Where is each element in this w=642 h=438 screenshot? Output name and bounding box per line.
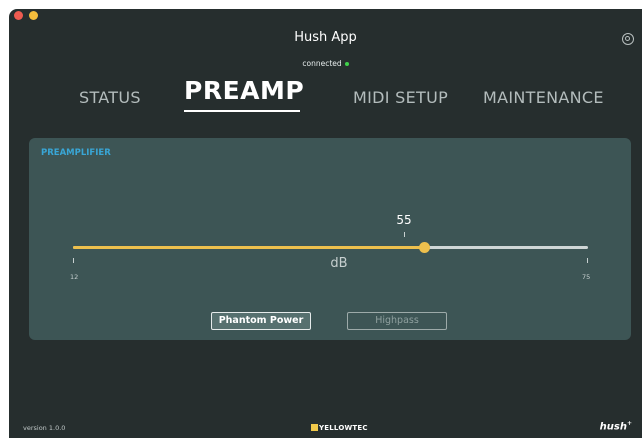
- value-tick: [404, 232, 405, 237]
- app-title: Hush App: [294, 30, 357, 45]
- slider-max-label: 75: [582, 273, 591, 281]
- gain-slider-thumb[interactable]: [419, 242, 430, 253]
- preamplifier-panel: PREAMPLIFIER 55 dB 12 75 Phantom Power H…: [29, 138, 631, 340]
- active-tab-underline: [184, 110, 300, 112]
- tab-midi-setup[interactable]: MIDI SETUP: [353, 88, 448, 107]
- settings-ring-icon[interactable]: [622, 33, 634, 45]
- slider-min-label: 12: [70, 273, 79, 281]
- hush-logo-plus: +: [626, 419, 632, 427]
- version-label: version 1.0.0: [23, 424, 66, 432]
- gain-slider-track[interactable]: [73, 246, 588, 249]
- panel-title: PREAMPLIFIER: [41, 148, 111, 158]
- phantom-power-button[interactable]: Phantom Power: [211, 312, 311, 330]
- gain-value-label: 55: [396, 213, 412, 227]
- connection-indicator-icon: [344, 62, 349, 66]
- close-window-button[interactable]: [14, 11, 23, 20]
- hush-logo: hush+: [600, 420, 632, 432]
- tab-maintenance[interactable]: MAINTENANCE: [483, 88, 604, 107]
- tab-preamp[interactable]: PREAMP: [184, 76, 304, 105]
- highpass-button[interactable]: Highpass: [347, 312, 447, 330]
- yellowtec-mark-icon: [311, 424, 318, 431]
- gain-slider-fill: [73, 246, 425, 249]
- gain-unit-label: dB: [330, 256, 348, 271]
- brand-label: YELLOWTEC: [319, 424, 368, 432]
- max-tick: [587, 258, 588, 263]
- min-tick: [73, 258, 74, 263]
- yellowtec-logo: YELLOWTEC: [311, 424, 368, 432]
- connection-status-label: connected: [302, 59, 342, 68]
- hush-logo-text: hush: [599, 421, 627, 432]
- tab-status[interactable]: STATUS: [79, 88, 141, 107]
- connection-status: connected: [9, 59, 642, 68]
- minimize-window-button[interactable]: [29, 11, 38, 20]
- app-window: Hush App connected STATUS PREAMP MIDI SE…: [9, 9, 642, 438]
